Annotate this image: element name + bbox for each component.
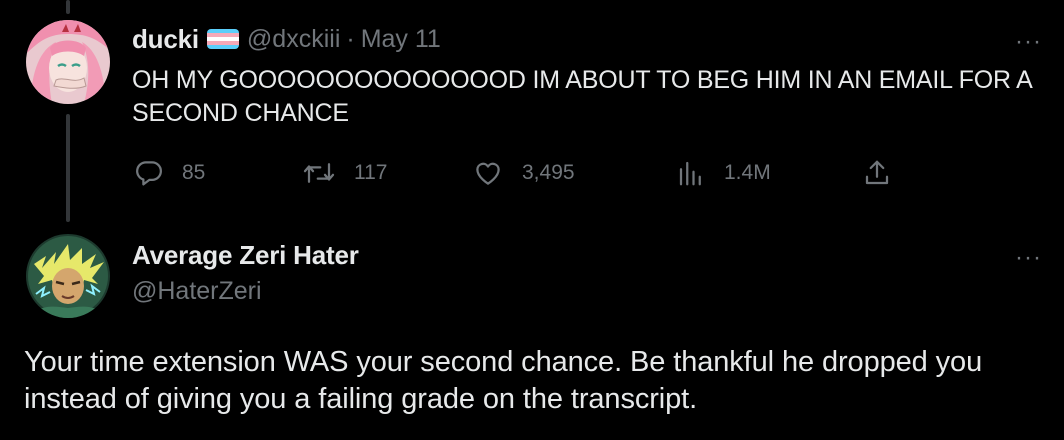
tweet-text: OH MY GOOOOOOOOOOOOOOD IM ABOUT TO BEG H… — [132, 66, 1032, 127]
author-name[interactable]: ducki — [132, 24, 199, 55]
share-icon — [865, 160, 889, 185]
author-handle[interactable]: @dxckiii — [247, 25, 340, 54]
reply-text: Your time extension WAS your second chan… — [24, 346, 983, 415]
share-button[interactable] — [862, 158, 892, 188]
heart-icon — [476, 162, 500, 185]
avatar-image — [26, 234, 110, 318]
tweet-header: ducki @dxckiii · May 11 — [132, 22, 441, 56]
retweet-icon — [303, 163, 335, 183]
reply-icon — [136, 161, 162, 186]
reply-button[interactable]: 85 — [134, 158, 205, 188]
avatar-average-zeri-hater[interactable] — [26, 234, 110, 318]
avatar-ducki[interactable] — [26, 20, 110, 104]
reply-handle-row: @HaterZeri — [132, 274, 262, 308]
views-button[interactable]: 1.4M — [676, 158, 771, 188]
thread-line-connector — [66, 114, 70, 222]
tweet-actions: 85 117 3,495 1.4M — [132, 154, 932, 194]
views-count: 1.4M — [724, 161, 771, 184]
avatar-image — [26, 20, 110, 104]
trans-flag-icon — [206, 29, 239, 49]
reply-author-name-row: Average Zeri Hater — [132, 238, 359, 272]
retweet-count: 117 — [354, 161, 388, 184]
retweet-button[interactable]: 117 — [302, 158, 387, 188]
reply-count: 85 — [182, 161, 206, 184]
tweet-date[interactable]: May 11 — [361, 25, 441, 54]
reply-author-name[interactable]: Average Zeri Hater — [132, 240, 359, 271]
thread-line-top — [66, 0, 70, 14]
like-button[interactable]: 3,495 — [472, 158, 575, 188]
like-count: 3,495 — [522, 161, 575, 184]
reply-author-handle[interactable]: @HaterZeri — [132, 277, 262, 306]
reply-more-options-button[interactable]: ··· — [1015, 246, 1042, 270]
more-options-button[interactable]: ··· — [1015, 30, 1042, 54]
separator-dot: · — [346, 24, 355, 53]
views-chart-icon — [679, 161, 701, 186]
